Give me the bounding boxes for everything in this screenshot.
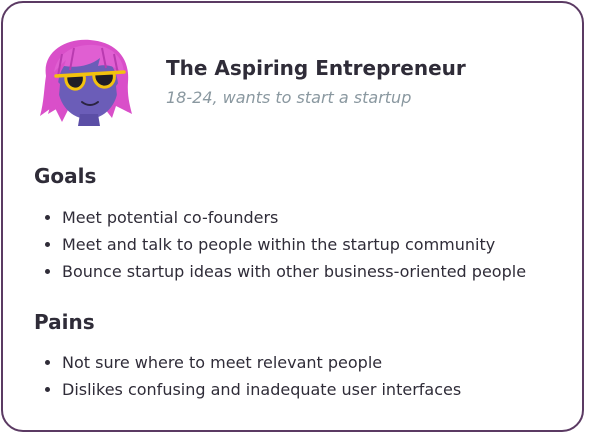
bullet-icon <box>45 215 50 220</box>
persona-card: The Aspiring Entrepreneur 18-24, wants t… <box>1 1 584 432</box>
bullet-icon <box>45 360 50 365</box>
pains-list: Not sure where to meet relevant people D… <box>43 352 461 406</box>
pain-item: Dislikes confusing and inadequate user i… <box>43 379 461 406</box>
goals-heading: Goals <box>34 164 97 188</box>
pain-item: Not sure where to meet relevant people <box>43 352 461 379</box>
pain-item-text: Dislikes confusing and inadequate user i… <box>62 380 462 399</box>
pains-heading: Pains <box>34 310 95 334</box>
goal-item-text: Meet and talk to people within the start… <box>62 235 496 254</box>
bullet-icon <box>45 242 50 247</box>
persona-title: The Aspiring Entrepreneur <box>166 56 466 80</box>
goal-item: Meet potential co-founders <box>43 207 526 234</box>
goal-item: Meet and talk to people within the start… <box>43 234 526 261</box>
avatar-icon <box>32 36 138 126</box>
bullet-icon <box>45 387 50 392</box>
goal-item-text: Meet potential co-founders <box>62 208 279 227</box>
goals-list: Meet potential co-founders Meet and talk… <box>43 207 526 288</box>
goal-item: Bounce startup ideas with other business… <box>43 261 526 288</box>
pain-item-text: Not sure where to meet relevant people <box>62 353 383 372</box>
persona-subtitle: 18-24, wants to start a startup <box>166 88 412 107</box>
goal-item-text: Bounce startup ideas with other business… <box>62 262 527 281</box>
bullet-icon <box>45 269 50 274</box>
